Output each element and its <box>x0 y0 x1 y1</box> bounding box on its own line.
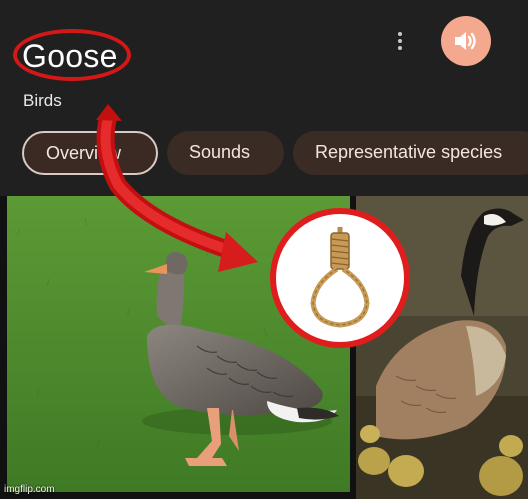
more-vert-icon <box>398 32 402 36</box>
more-vert-dot <box>398 39 402 43</box>
play-sound-button[interactable] <box>441 16 491 66</box>
knowledge-panel-header: Goose Birds Overview Sounds Representati… <box>0 0 528 196</box>
tab-overview[interactable]: Overview <box>22 131 158 175</box>
tab-representative-species[interactable]: Representative species <box>293 131 528 175</box>
title-highlight-circle <box>13 29 131 81</box>
tab-sounds[interactable]: Sounds <box>167 131 284 175</box>
more-options-button[interactable] <box>385 28 415 54</box>
page-subtitle: Birds <box>23 91 62 110</box>
more-vert-dot <box>398 46 402 50</box>
noose-highlight-circle <box>270 208 410 348</box>
volume-icon <box>455 32 476 50</box>
image-carousel <box>0 196 528 499</box>
noose-icon <box>310 227 370 328</box>
watermark: imgflip.com <box>4 484 55 495</box>
